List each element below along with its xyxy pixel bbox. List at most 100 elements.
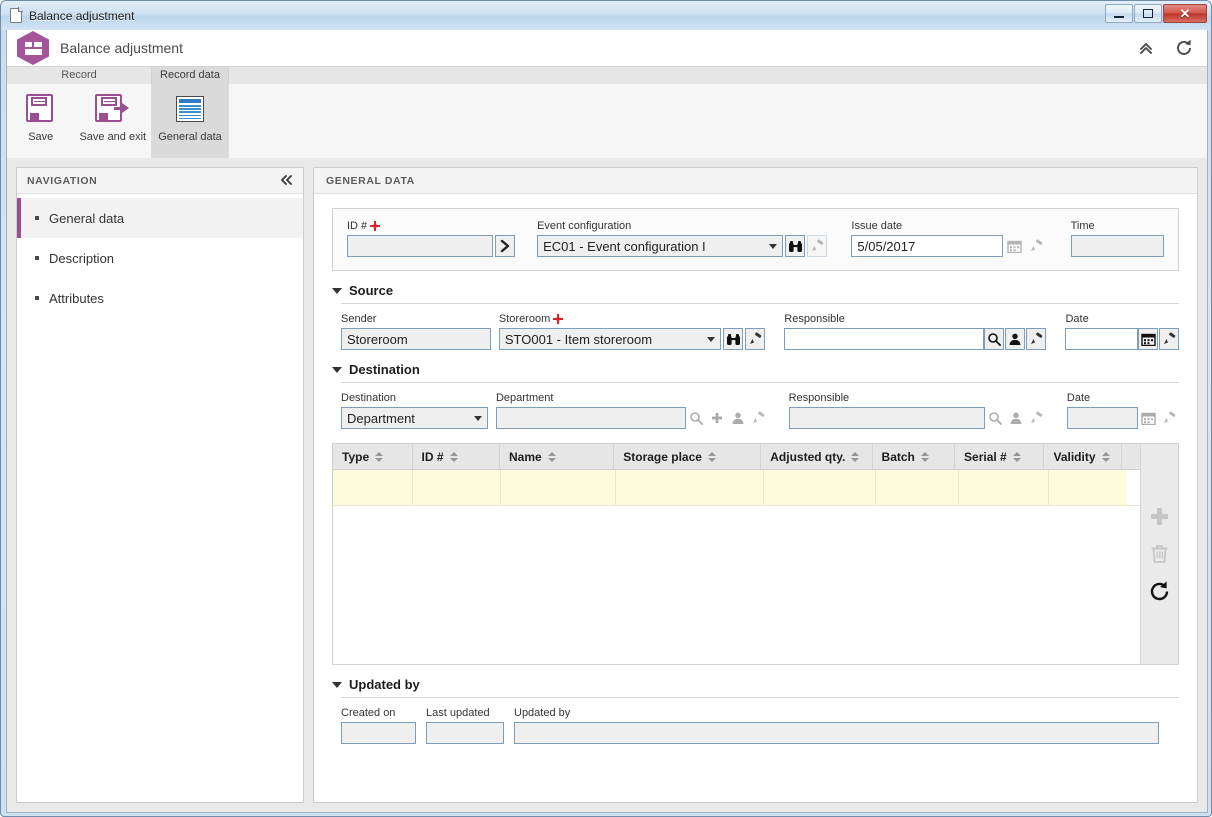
brush-icon[interactable] — [1027, 407, 1047, 429]
save-and-exit-button[interactable]: Save and exit — [75, 84, 151, 158]
destination-type-select[interactable]: Department — [341, 407, 488, 429]
department-input[interactable] — [495, 407, 686, 429]
grid-cell-storage-place[interactable] — [616, 470, 764, 505]
general-data-button[interactable]: General data — [152, 84, 228, 158]
brush-icon[interactable] — [745, 328, 766, 350]
grid-column-name[interactable]: Name — [500, 444, 615, 469]
chevron-double-left-icon[interactable] — [280, 174, 293, 188]
person-icon[interactable] — [1005, 328, 1026, 350]
id-field-label: ID # — [347, 220, 493, 232]
ribbon-group-record: Record — [7, 67, 152, 84]
collapse-triangle-icon[interactable] — [332, 366, 342, 373]
sidebar-item-label: General data — [49, 210, 125, 226]
grid-column-type[interactable]: Type — [333, 444, 413, 469]
brush-icon[interactable] — [749, 407, 769, 429]
app-header: Balance adjustment — [7, 30, 1207, 66]
grid-cell-filler — [1127, 470, 1140, 505]
source-section-title: Source — [349, 283, 394, 298]
brush-icon[interactable] — [807, 235, 828, 257]
binoculars-icon[interactable] — [723, 328, 744, 350]
sidebar-item-attributes[interactable]: Attributes — [17, 278, 303, 318]
brush-icon[interactable] — [1027, 235, 1047, 257]
sender-label: Sender — [341, 313, 377, 325]
grid-new-row[interactable] — [333, 470, 1140, 506]
balance-adjustment-logo — [16, 31, 50, 65]
source-date-input[interactable] — [1065, 328, 1138, 350]
grid-column-validity[interactable]: Validity — [1044, 444, 1123, 469]
magnifier-icon[interactable] — [686, 407, 706, 429]
id-input[interactable] — [347, 235, 494, 257]
brush-icon[interactable] — [1159, 328, 1179, 350]
department-label: Department — [495, 392, 554, 404]
add-row-icon[interactable] — [1149, 506, 1170, 530]
main-panel-header: GENERAL DATA — [314, 168, 1197, 194]
last-updated-input — [426, 722, 504, 744]
chevron-down-icon — [707, 336, 716, 342]
grid-column-adjusted-qty[interactable]: Adjusted qty. — [761, 444, 873, 469]
sidebar-item-description[interactable]: Description — [17, 238, 303, 278]
grid-column-storage-place[interactable]: Storage place — [614, 444, 762, 469]
last-updated-label: Last updated — [426, 707, 490, 719]
destination-responsible-input[interactable] — [788, 407, 985, 429]
delete-row-icon[interactable] — [1149, 543, 1170, 567]
time-input[interactable] — [1070, 235, 1164, 257]
sort-icon — [547, 451, 556, 462]
event-configuration-select[interactable]: EC01 - Event configuration I — [537, 235, 784, 257]
sort-icon — [449, 451, 458, 462]
grid-cell-type[interactable] — [333, 470, 413, 505]
sidebar-item-label: Attributes — [49, 290, 104, 306]
person-icon[interactable] — [728, 407, 748, 429]
grid-cell-validity[interactable] — [1049, 470, 1127, 505]
brush-icon[interactable] — [1026, 328, 1047, 350]
navigation-list: General data Description Attributes — [17, 194, 303, 318]
plus-icon[interactable] — [707, 407, 727, 429]
issue-date-input[interactable]: 5/05/2017 — [851, 235, 1003, 257]
grid-column-filler — [1122, 444, 1140, 469]
calendar-icon[interactable] — [1138, 328, 1158, 350]
grid-cell-serial[interactable] — [959, 470, 1049, 505]
grid-cell-id[interactable] — [413, 470, 501, 505]
updated-by-section-header: Updated by — [332, 677, 1179, 692]
refresh-grid-icon[interactable] — [1148, 580, 1171, 606]
collapse-triangle-icon[interactable] — [332, 681, 342, 688]
maximize-button[interactable] — [1134, 4, 1162, 23]
general-data-button-label: General data — [158, 131, 222, 143]
updated-by-section-body: Created on Last updated Updated by — [332, 707, 1179, 744]
magnifier-icon[interactable] — [985, 407, 1005, 429]
required-indicator-icon — [553, 314, 563, 324]
minimize-button[interactable] — [1105, 4, 1133, 23]
grid-column-batch[interactable]: Batch — [873, 444, 956, 469]
source-responsible-input[interactable] — [784, 328, 985, 350]
header-actions — [1136, 38, 1194, 58]
general-data-icon — [176, 92, 204, 126]
general-data-card: ID # Event configuration EC01 - Event co… — [332, 208, 1179, 271]
refresh-icon[interactable] — [1174, 38, 1194, 58]
calendar-icon[interactable] — [1005, 235, 1025, 257]
binoculars-icon[interactable] — [785, 235, 806, 257]
grid-column-serial[interactable]: Serial # — [955, 444, 1045, 469]
collapse-ribbon-icon[interactable] — [1136, 38, 1156, 58]
magnifier-icon[interactable] — [984, 328, 1005, 350]
grid-cell-adjusted-qty[interactable] — [764, 470, 876, 505]
grid-column-id[interactable]: ID # — [413, 444, 500, 469]
ribbon-group-record-body: Save Save and exit — [7, 84, 152, 158]
storeroom-select[interactable]: STO001 - Item storeroom — [498, 328, 722, 350]
bullet-icon — [35, 216, 39, 220]
collapse-triangle-icon[interactable] — [332, 287, 342, 294]
ribbon-group-record-data: Record data — [152, 67, 229, 84]
close-button[interactable]: ✕ — [1163, 4, 1207, 23]
event-configuration-label: Event configuration — [537, 220, 632, 232]
sidebar-item-general-data[interactable]: General data — [17, 198, 303, 238]
navigation-panel: NAVIGATION General data Description Attr… — [16, 167, 304, 803]
grid-cell-name[interactable] — [501, 470, 616, 505]
sender-input[interactable]: Storeroom — [341, 328, 491, 350]
main-panel: GENERAL DATA ID # Event configuration EC… — [313, 167, 1198, 803]
calendar-icon[interactable] — [1138, 407, 1158, 429]
destination-date-input[interactable] — [1066, 407, 1138, 429]
go-arrow-icon[interactable] — [495, 235, 516, 257]
save-and-exit-button-label: Save and exit — [79, 131, 147, 143]
person-icon[interactable] — [1006, 407, 1026, 429]
save-button[interactable]: Save — [7, 84, 75, 158]
grid-cell-batch[interactable] — [876, 470, 959, 505]
brush-icon[interactable] — [1159, 407, 1179, 429]
